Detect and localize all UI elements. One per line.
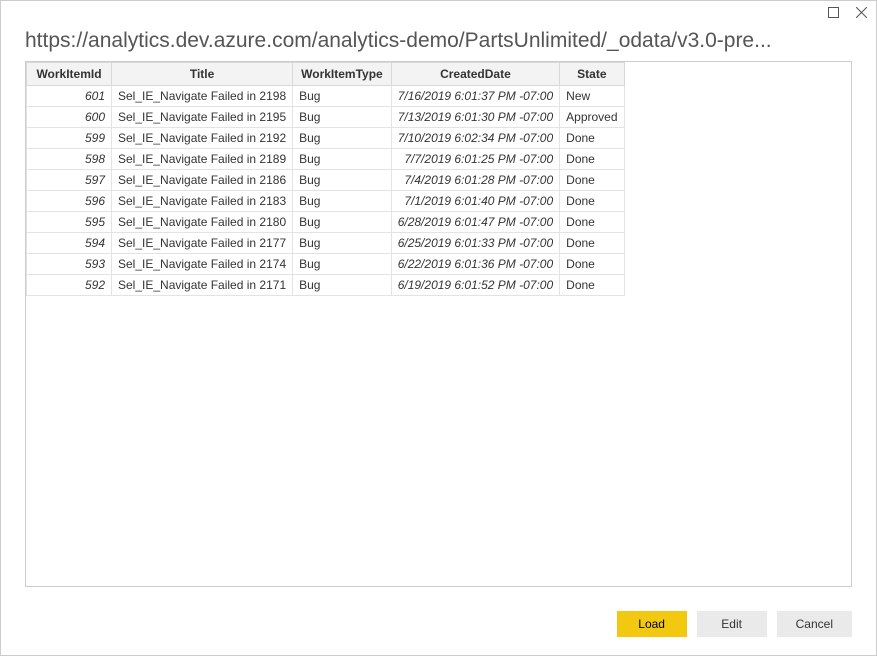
cell-workitemid: 597 (27, 170, 112, 191)
table-row[interactable]: 592Sel_IE_Navigate Failed in 2171Bug6/19… (27, 275, 625, 296)
table-row[interactable]: 600Sel_IE_Navigate Failed in 2195Bug7/13… (27, 107, 625, 128)
table-row[interactable]: 594Sel_IE_Navigate Failed in 2177Bug6/25… (27, 233, 625, 254)
cell-state: New (560, 86, 624, 107)
cell-workitemtype: Bug (293, 170, 392, 191)
cell-workitemtype: Bug (293, 233, 392, 254)
column-header-workitemid[interactable]: WorkItemId (27, 63, 112, 86)
cell-createddate: 7/4/2019 6:01:28 PM -07:00 (391, 170, 559, 191)
cell-title: Sel_IE_Navigate Failed in 2174 (112, 254, 293, 275)
cell-workitemid: 600 (27, 107, 112, 128)
cell-state: Done (560, 233, 624, 254)
cell-workitemtype: Bug (293, 212, 392, 233)
table-row[interactable]: 595Sel_IE_Navigate Failed in 2180Bug6/28… (27, 212, 625, 233)
cancel-button[interactable]: Cancel (777, 611, 852, 637)
cell-state: Done (560, 170, 624, 191)
page-title: https://analytics.dev.azure.com/analytic… (1, 1, 876, 61)
table-row[interactable]: 596Sel_IE_Navigate Failed in 2183Bug7/1/… (27, 191, 625, 212)
titlebar-controls (826, 5, 868, 19)
cell-title: Sel_IE_Navigate Failed in 2183 (112, 191, 293, 212)
cell-workitemid: 598 (27, 149, 112, 170)
cell-title: Sel_IE_Navigate Failed in 2189 (112, 149, 293, 170)
cell-createddate: 7/1/2019 6:01:40 PM -07:00 (391, 191, 559, 212)
dialog-window: https://analytics.dev.azure.com/analytic… (0, 0, 877, 656)
load-button[interactable]: Load (617, 611, 687, 637)
cell-createddate: 7/10/2019 6:02:34 PM -07:00 (391, 128, 559, 149)
cell-state: Done (560, 212, 624, 233)
cell-title: Sel_IE_Navigate Failed in 2177 (112, 233, 293, 254)
cell-createddate: 7/16/2019 6:01:37 PM -07:00 (391, 86, 559, 107)
close-icon[interactable] (854, 5, 868, 19)
cell-workitemtype: Bug (293, 191, 392, 212)
results-body: WorkItemId Title WorkItemType CreatedDat… (1, 61, 876, 599)
cell-workitemid: 593 (27, 254, 112, 275)
cell-title: Sel_IE_Navigate Failed in 2180 (112, 212, 293, 233)
cell-title: Sel_IE_Navigate Failed in 2171 (112, 275, 293, 296)
column-header-title[interactable]: Title (112, 63, 293, 86)
cell-title: Sel_IE_Navigate Failed in 2186 (112, 170, 293, 191)
results-table-frame[interactable]: WorkItemId Title WorkItemType CreatedDat… (25, 61, 852, 587)
cell-title: Sel_IE_Navigate Failed in 2192 (112, 128, 293, 149)
table-row[interactable]: 598Sel_IE_Navigate Failed in 2189Bug7/7/… (27, 149, 625, 170)
cell-workitemtype: Bug (293, 128, 392, 149)
cell-createddate: 7/13/2019 6:01:30 PM -07:00 (391, 107, 559, 128)
column-header-state[interactable]: State (560, 63, 624, 86)
cell-createddate: 7/7/2019 6:01:25 PM -07:00 (391, 149, 559, 170)
cell-workitemid: 594 (27, 233, 112, 254)
cell-createddate: 6/19/2019 6:01:52 PM -07:00 (391, 275, 559, 296)
cell-workitemid: 596 (27, 191, 112, 212)
cell-createddate: 6/28/2019 6:01:47 PM -07:00 (391, 212, 559, 233)
cell-workitemtype: Bug (293, 86, 392, 107)
cell-title: Sel_IE_Navigate Failed in 2198 (112, 86, 293, 107)
cell-state: Done (560, 149, 624, 170)
table-row[interactable]: 599Sel_IE_Navigate Failed in 2192Bug7/10… (27, 128, 625, 149)
cell-workitemid: 595 (27, 212, 112, 233)
cell-workitemtype: Bug (293, 107, 392, 128)
table-row[interactable]: 593Sel_IE_Navigate Failed in 2174Bug6/22… (27, 254, 625, 275)
cell-createddate: 6/25/2019 6:01:33 PM -07:00 (391, 233, 559, 254)
cell-state: Done (560, 128, 624, 149)
table-row[interactable]: 601Sel_IE_Navigate Failed in 2198Bug7/16… (27, 86, 625, 107)
cell-workitemid: 601 (27, 86, 112, 107)
table-header-row: WorkItemId Title WorkItemType CreatedDat… (27, 63, 625, 86)
column-header-createddate[interactable]: CreatedDate (391, 63, 559, 86)
cell-workitemid: 599 (27, 128, 112, 149)
cell-workitemtype: Bug (293, 275, 392, 296)
table-row[interactable]: 597Sel_IE_Navigate Failed in 2186Bug7/4/… (27, 170, 625, 191)
cell-workitemid: 592 (27, 275, 112, 296)
column-header-workitemtype[interactable]: WorkItemType (293, 63, 392, 86)
cell-state: Done (560, 191, 624, 212)
edit-button[interactable]: Edit (697, 611, 767, 637)
cell-workitemtype: Bug (293, 149, 392, 170)
dialog-footer: Load Edit Cancel (1, 599, 876, 655)
cell-state: Done (560, 254, 624, 275)
cell-createddate: 6/22/2019 6:01:36 PM -07:00 (391, 254, 559, 275)
cell-workitemtype: Bug (293, 254, 392, 275)
results-table: WorkItemId Title WorkItemType CreatedDat… (26, 62, 625, 296)
cell-state: Approved (560, 107, 624, 128)
cell-title: Sel_IE_Navigate Failed in 2195 (112, 107, 293, 128)
maximize-icon[interactable] (826, 5, 840, 19)
cell-state: Done (560, 275, 624, 296)
